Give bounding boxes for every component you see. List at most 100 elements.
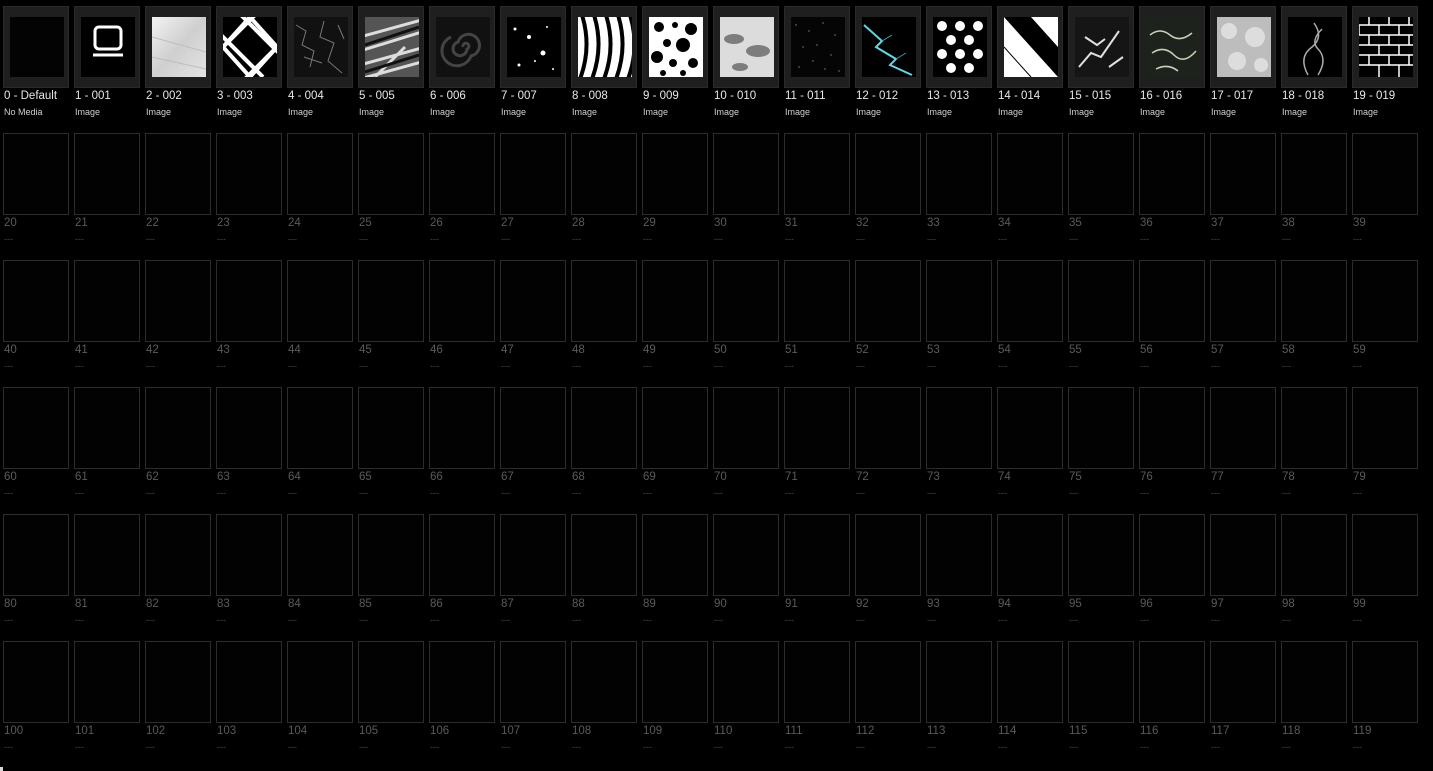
media-slot-46[interactable]: 46 --- [429, 260, 495, 387]
media-slot-79[interactable]: 79 --- [1352, 387, 1418, 514]
media-slot-3[interactable]: 3 - 003 Image [216, 6, 282, 133]
media-slot-0[interactable]: 0 - Default No Media [3, 6, 69, 133]
media-slot-15[interactable]: 15 - 015 Image [1068, 6, 1134, 133]
media-slot-57[interactable]: 57 --- [1210, 260, 1276, 387]
media-slot-58[interactable]: 58 --- [1281, 260, 1347, 387]
media-slot-115[interactable]: 115 --- [1068, 641, 1134, 768]
media-slot-42[interactable]: 42 --- [145, 260, 211, 387]
media-slot-106[interactable]: 106 --- [429, 641, 495, 768]
media-slot-64[interactable]: 64 --- [287, 387, 353, 514]
media-slot-4[interactable]: 4 - 004 Image [287, 6, 353, 133]
media-slot-2[interactable]: 2 - 002 Image [145, 6, 211, 133]
media-slot-87[interactable]: 87 --- [500, 514, 566, 641]
media-slot-90[interactable]: 90 --- [713, 514, 779, 641]
media-slot-118[interactable]: 118 --- [1281, 641, 1347, 768]
media-slot-74[interactable]: 74 --- [997, 387, 1063, 514]
media-slot-34[interactable]: 34 --- [997, 133, 1063, 260]
media-slot-44[interactable]: 44 --- [287, 260, 353, 387]
media-slot-81[interactable]: 81 --- [74, 514, 140, 641]
media-slot-98[interactable]: 98 --- [1281, 514, 1347, 641]
media-slot-119[interactable]: 119 --- [1352, 641, 1418, 768]
media-slot-65[interactable]: 65 --- [358, 387, 424, 514]
media-slot-48[interactable]: 48 --- [571, 260, 637, 387]
media-slot-114[interactable]: 114 --- [997, 641, 1063, 768]
media-slot-13[interactable]: 13 - 013 Image [926, 6, 992, 133]
media-slot-53[interactable]: 53 --- [926, 260, 992, 387]
media-slot-32[interactable]: 32 --- [855, 133, 921, 260]
media-slot-94[interactable]: 94 --- [997, 514, 1063, 641]
media-slot-70[interactable]: 70 --- [713, 387, 779, 514]
media-slot-59[interactable]: 59 --- [1352, 260, 1418, 387]
media-slot-72[interactable]: 72 --- [855, 387, 921, 514]
media-slot-107[interactable]: 107 --- [500, 641, 566, 768]
media-slot-95[interactable]: 95 --- [1068, 514, 1134, 641]
media-slot-84[interactable]: 84 --- [287, 514, 353, 641]
media-slot-16[interactable]: 16 - 016 Image [1139, 6, 1205, 133]
media-slot-31[interactable]: 31 --- [784, 133, 850, 260]
media-slot-30[interactable]: 30 --- [713, 133, 779, 260]
media-slot-28[interactable]: 28 --- [571, 133, 637, 260]
media-slot-78[interactable]: 78 --- [1281, 387, 1347, 514]
media-slot-21[interactable]: 21 --- [74, 133, 140, 260]
media-slot-97[interactable]: 97 --- [1210, 514, 1276, 641]
media-slot-18[interactable]: 18 - 018 Image [1281, 6, 1347, 133]
media-slot-43[interactable]: 43 --- [216, 260, 282, 387]
media-slot-67[interactable]: 67 --- [500, 387, 566, 514]
media-slot-93[interactable]: 93 --- [926, 514, 992, 641]
media-slot-108[interactable]: 108 --- [571, 641, 637, 768]
media-slot-55[interactable]: 55 --- [1068, 260, 1134, 387]
media-slot-77[interactable]: 77 --- [1210, 387, 1276, 514]
media-slot-39[interactable]: 39 --- [1352, 133, 1418, 260]
media-slot-111[interactable]: 111 --- [784, 641, 850, 768]
media-slot-41[interactable]: 41 --- [74, 260, 140, 387]
media-slot-96[interactable]: 96 --- [1139, 514, 1205, 641]
media-slot-27[interactable]: 27 --- [500, 133, 566, 260]
media-slot-51[interactable]: 51 --- [784, 260, 850, 387]
media-slot-25[interactable]: 25 --- [358, 133, 424, 260]
media-slot-116[interactable]: 116 --- [1139, 641, 1205, 768]
media-slot-12[interactable]: 12 - 012 Image [855, 6, 921, 133]
media-slot-50[interactable]: 50 --- [713, 260, 779, 387]
media-slot-82[interactable]: 82 --- [145, 514, 211, 641]
media-slot-33[interactable]: 33 --- [926, 133, 992, 260]
media-slot-36[interactable]: 36 --- [1139, 133, 1205, 260]
media-slot-89[interactable]: 89 --- [642, 514, 708, 641]
media-slot-101[interactable]: 101 --- [74, 641, 140, 768]
media-slot-19[interactable]: 19 - 019 Image [1352, 6, 1418, 133]
media-slot-102[interactable]: 102 --- [145, 641, 211, 768]
media-slot-45[interactable]: 45 --- [358, 260, 424, 387]
media-slot-38[interactable]: 38 --- [1281, 133, 1347, 260]
media-slot-83[interactable]: 83 --- [216, 514, 282, 641]
media-slot-61[interactable]: 61 --- [74, 387, 140, 514]
media-slot-37[interactable]: 37 --- [1210, 133, 1276, 260]
media-slot-7[interactable]: 7 - 007 Image [500, 6, 566, 133]
media-slot-35[interactable]: 35 --- [1068, 133, 1134, 260]
media-slot-66[interactable]: 66 --- [429, 387, 495, 514]
media-slot-1[interactable]: 1 - 001 Image [74, 6, 140, 133]
media-slot-10[interactable]: 10 - 010 Image [713, 6, 779, 133]
media-slot-56[interactable]: 56 --- [1139, 260, 1205, 387]
media-slot-100[interactable]: 100 --- [3, 641, 69, 768]
media-slot-5[interactable]: 5 - 005 Image [358, 6, 424, 133]
media-slot-73[interactable]: 73 --- [926, 387, 992, 514]
media-slot-9[interactable]: 9 - 009 Image [642, 6, 708, 133]
media-slot-17[interactable]: 17 - 017 Image [1210, 6, 1276, 133]
media-slot-75[interactable]: 75 --- [1068, 387, 1134, 514]
media-slot-91[interactable]: 91 --- [784, 514, 850, 641]
media-slot-62[interactable]: 62 --- [145, 387, 211, 514]
media-slot-85[interactable]: 85 --- [358, 514, 424, 641]
media-slot-11[interactable]: 11 - 011 Image [784, 6, 850, 133]
media-slot-76[interactable]: 76 --- [1139, 387, 1205, 514]
media-slot-26[interactable]: 26 --- [429, 133, 495, 260]
media-slot-99[interactable]: 99 --- [1352, 514, 1418, 641]
media-slot-63[interactable]: 63 --- [216, 387, 282, 514]
media-slot-8[interactable]: 8 - 008 Image [571, 6, 637, 133]
media-slot-14[interactable]: 14 - 014 Image [997, 6, 1063, 133]
media-slot-68[interactable]: 68 --- [571, 387, 637, 514]
media-slot-22[interactable]: 22 --- [145, 133, 211, 260]
media-slot-40[interactable]: 40 --- [3, 260, 69, 387]
media-slot-103[interactable]: 103 --- [216, 641, 282, 768]
media-slot-49[interactable]: 49 --- [642, 260, 708, 387]
media-slot-6[interactable]: 6 - 006 Image [429, 6, 495, 133]
media-slot-109[interactable]: 109 --- [642, 641, 708, 768]
